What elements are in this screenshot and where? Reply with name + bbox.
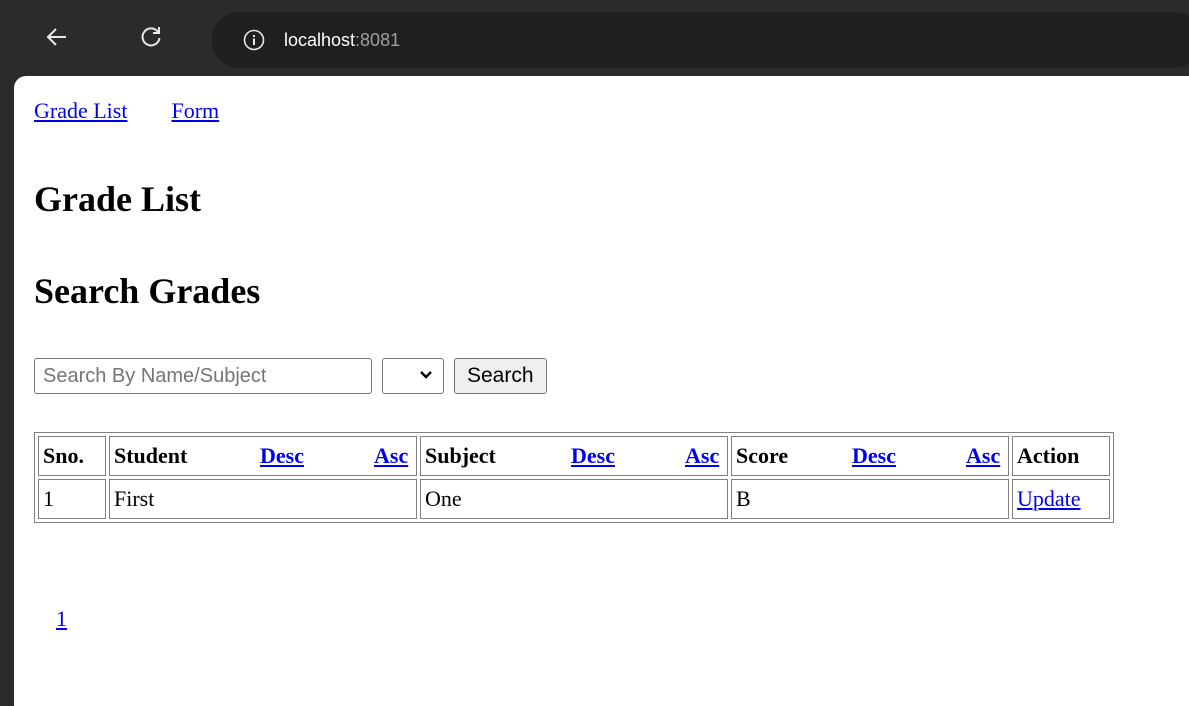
- update-link[interactable]: Update: [1017, 486, 1081, 511]
- score-desc-link[interactable]: Desc: [852, 443, 966, 469]
- search-form: Search: [34, 358, 547, 394]
- student-asc-link[interactable]: Asc: [374, 443, 408, 469]
- header-student-label: Student: [114, 443, 188, 468]
- header-action: Action: [1012, 436, 1110, 476]
- url-host: localhost: [284, 30, 356, 50]
- table-header-row: Sno. Student Desc Asc Subject Desc Asc S…: [38, 436, 1110, 476]
- subject-asc-link[interactable]: Asc: [685, 443, 719, 469]
- search-input[interactable]: [34, 358, 372, 394]
- back-arrow-icon[interactable]: [40, 20, 74, 54]
- search-heading: Search Grades: [34, 271, 261, 311]
- header-score: Score Desc Asc: [731, 436, 1009, 476]
- cell-student: First: [109, 479, 417, 519]
- nav-form-link[interactable]: Form: [171, 98, 219, 123]
- browser-toolbar: localhost:8081: [0, 0, 1189, 80]
- top-nav: Grade List Form: [34, 98, 263, 124]
- page-title: Grade List: [34, 179, 201, 219]
- info-icon[interactable]: [242, 28, 266, 52]
- url-port: :8081: [355, 30, 401, 50]
- filter-select[interactable]: [382, 358, 444, 394]
- page-viewport: Grade List Form Grade List Search Grades …: [14, 76, 1189, 706]
- nav-grade-list-link[interactable]: Grade List: [34, 98, 127, 123]
- page-content: Grade List Form Grade List Search Grades …: [34, 76, 1189, 706]
- header-subject: Subject Desc Asc: [420, 436, 728, 476]
- address-bar[interactable]: localhost:8081: [212, 12, 1189, 68]
- cell-subject: One: [420, 479, 728, 519]
- header-score-label: Score: [736, 443, 789, 468]
- header-subject-label: Subject: [425, 443, 496, 468]
- grades-table: Sno. Student Desc Asc Subject Desc Asc S…: [34, 432, 1114, 523]
- cell-action: Update: [1012, 479, 1110, 519]
- header-student: Student Desc Asc: [109, 436, 417, 476]
- search-button[interactable]: Search: [454, 358, 547, 394]
- cell-score: B: [731, 479, 1009, 519]
- cell-sno: 1: [38, 479, 106, 519]
- chevron-down-icon: [419, 367, 433, 385]
- header-sno: Sno.: [38, 436, 106, 476]
- score-asc-link[interactable]: Asc: [966, 443, 1000, 469]
- student-desc-link[interactable]: Desc: [260, 443, 374, 469]
- subject-desc-link[interactable]: Desc: [571, 443, 685, 469]
- pagination: 1: [56, 606, 67, 632]
- url-text: localhost:8081: [284, 27, 400, 53]
- table-row: 1 First One B Update: [38, 479, 1110, 519]
- reload-icon[interactable]: [134, 20, 168, 54]
- page-link-1[interactable]: 1: [56, 606, 67, 631]
